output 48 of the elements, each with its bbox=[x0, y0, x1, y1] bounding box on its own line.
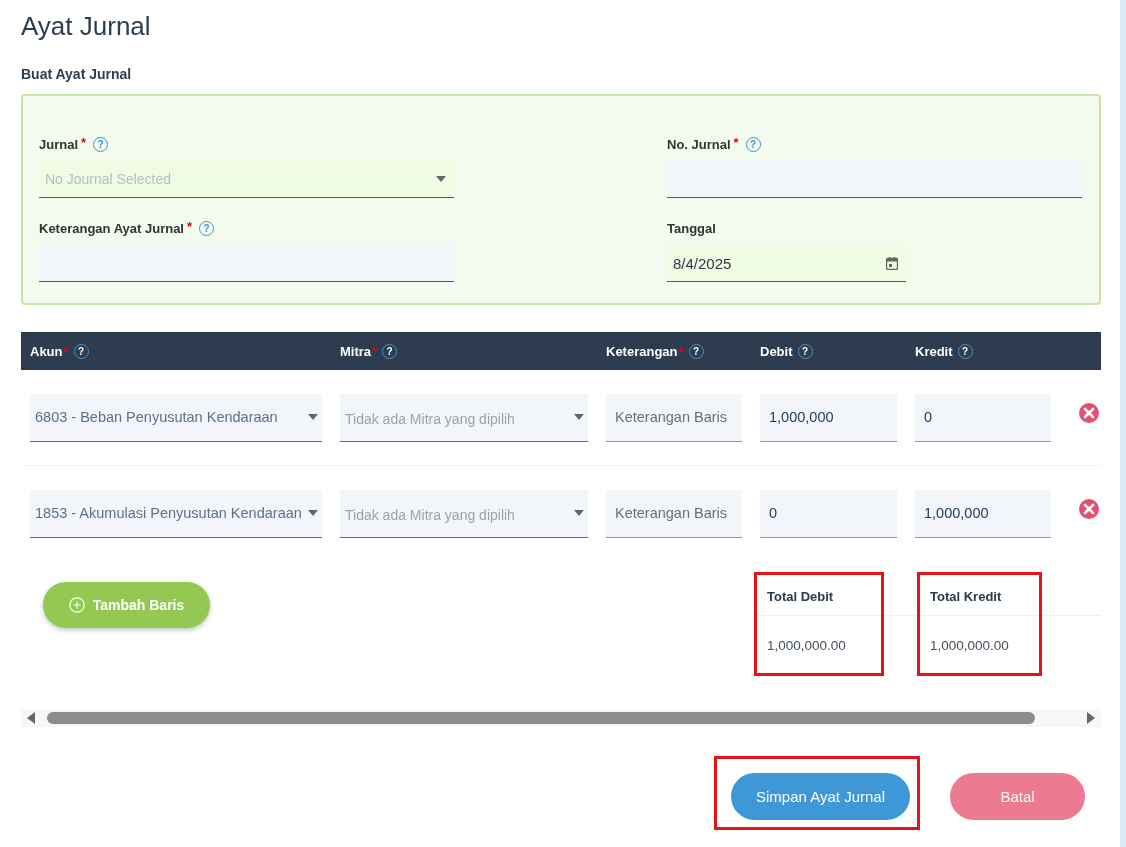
required-asterisk: * bbox=[186, 219, 193, 234]
total-value: 1,000,000.00 bbox=[767, 638, 847, 653]
scroll-right-icon[interactable] bbox=[1087, 712, 1095, 724]
required-asterisk: * bbox=[733, 135, 739, 150]
section-title: Buat Ayat Jurnal bbox=[21, 66, 133, 82]
required-asterisk: * bbox=[63, 344, 69, 359]
caret-icon bbox=[308, 510, 318, 516]
delete-row-icon[interactable] bbox=[1079, 403, 1099, 423]
column-header: Mitra bbox=[340, 343, 372, 359]
field-label: No. Jurnal bbox=[667, 136, 731, 152]
scroll-left-icon[interactable] bbox=[27, 712, 35, 724]
caret-icon bbox=[308, 414, 318, 420]
text-field[interactable] bbox=[667, 161, 1082, 198]
total-label: Total Debit bbox=[767, 589, 835, 604]
debit-field[interactable]: 0 bbox=[760, 489, 897, 538]
delete-row-icon[interactable] bbox=[1079, 499, 1099, 519]
field-label: Keterangan Ayat Jurnal bbox=[39, 220, 184, 236]
caret-icon bbox=[574, 510, 584, 516]
required-asterisk: * bbox=[81, 135, 87, 150]
debit-field[interactable]: 1,000,000 bbox=[760, 393, 897, 442]
caret-icon bbox=[574, 414, 584, 420]
page-title: Ayat Jurnal bbox=[21, 10, 152, 42]
credit-field[interactable]: 1,000,000 bbox=[915, 489, 1051, 538]
required-asterisk: * bbox=[372, 344, 378, 359]
cancel-button[interactable]: Batal bbox=[950, 773, 1085, 820]
text-field[interactable] bbox=[39, 245, 454, 282]
scrollbar-thumb[interactable] bbox=[47, 712, 1035, 724]
calendar-icon[interactable] bbox=[886, 256, 898, 270]
total-value: 1,000,000.00 bbox=[930, 638, 1010, 653]
total-label: Total Kredit bbox=[930, 589, 1003, 604]
caret-icon bbox=[436, 176, 446, 182]
column-header: Kredit bbox=[915, 343, 953, 359]
save-button[interactable]: Simpan Ayat Jurnal bbox=[731, 773, 910, 820]
date-field[interactable]: 8/4/2025 bbox=[667, 245, 906, 282]
column-header: Debit bbox=[760, 343, 793, 359]
field-label: Tanggal bbox=[667, 220, 716, 236]
vertical-scrollbar[interactable] bbox=[1120, 0, 1126, 847]
description-field[interactable]: Keterangan Baris bbox=[606, 393, 742, 442]
account-select[interactable]: 6803 - Beban Penyusutan Kendaraan bbox=[30, 393, 322, 442]
plus-circle-icon bbox=[68, 597, 85, 613]
required-asterisk: * bbox=[678, 344, 684, 359]
credit-field[interactable]: 0 bbox=[915, 393, 1051, 442]
description-field[interactable]: Keterangan Baris bbox=[606, 489, 742, 538]
account-select[interactable]: 1853 - Akumulasi Penyusutan Kendaraan bbox=[30, 489, 322, 538]
horizontal-scrollbar[interactable] bbox=[21, 709, 1101, 727]
field-label: Jurnal bbox=[39, 136, 78, 152]
column-header: Akun bbox=[30, 343, 63, 359]
column-header: Keterangan bbox=[606, 343, 678, 359]
